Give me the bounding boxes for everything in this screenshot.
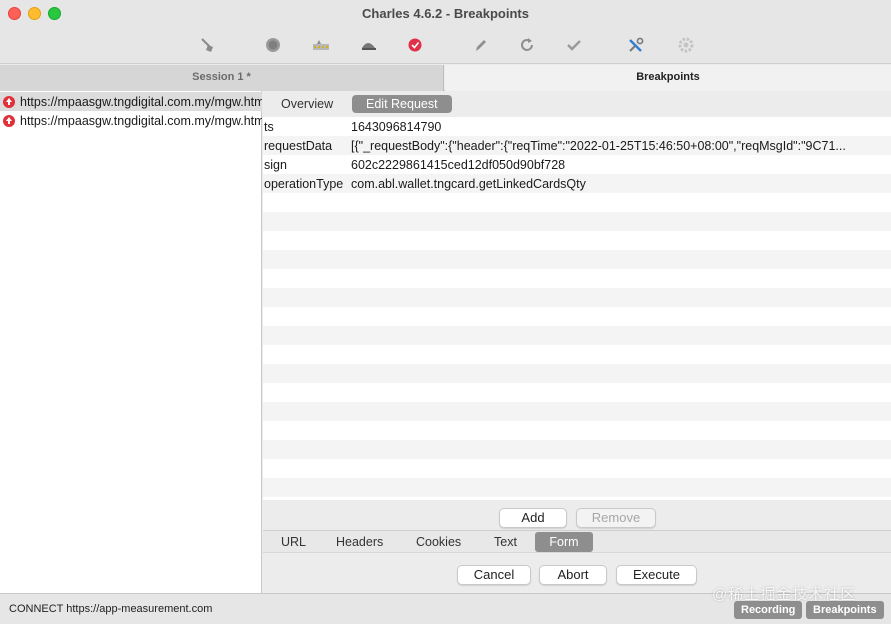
cancel-button[interactable]: Cancel bbox=[457, 565, 531, 585]
breakpoint-icon[interactable] bbox=[404, 34, 426, 56]
table-row[interactable]: sign 602c2229861415ced12df050d90bf728 bbox=[263, 155, 891, 174]
abort-button[interactable]: Abort bbox=[539, 565, 607, 585]
tab-headers[interactable]: Headers bbox=[327, 532, 392, 552]
record-icon[interactable] bbox=[262, 34, 284, 56]
list-item[interactable]: https://mpaasgw.tngdigital.com.my/mgw.ht… bbox=[0, 111, 262, 130]
broom-icon[interactable] bbox=[197, 34, 219, 56]
compose-pen-icon[interactable] bbox=[470, 34, 492, 56]
title-bar: Charles 4.6.2 - Breakpoints bbox=[0, 0, 891, 64]
request-view-tabs: URL Headers Cookies Text Form bbox=[263, 530, 891, 552]
empty-row bbox=[263, 421, 891, 440]
repeat-icon[interactable] bbox=[516, 34, 538, 56]
request-list: https://mpaasgw.tngdigital.com.my/mgw.ht… bbox=[0, 91, 262, 593]
request-url: https://mpaasgw.tngdigital.com.my/mgw.ht… bbox=[20, 113, 262, 128]
tab-text[interactable]: Text bbox=[485, 532, 526, 552]
empty-row bbox=[263, 402, 891, 421]
form-buttons: Add Remove bbox=[263, 500, 891, 530]
status-text: CONNECT https://app-measurement.com bbox=[9, 603, 213, 615]
table-row[interactable]: ts 1643096814790 bbox=[263, 117, 891, 136]
form-key[interactable]: operationType bbox=[263, 177, 351, 191]
empty-row bbox=[263, 307, 891, 326]
empty-row bbox=[263, 345, 891, 364]
tab-breakpoints[interactable]: Breakpoints bbox=[445, 65, 891, 91]
empty-row bbox=[263, 212, 891, 231]
empty-row bbox=[263, 288, 891, 307]
settings-gear-icon[interactable] bbox=[675, 34, 697, 56]
tab-cookies[interactable]: Cookies bbox=[407, 532, 470, 552]
form-value[interactable]: com.abl.wallet.tngcard.getLinkedCardsQty bbox=[351, 177, 891, 191]
empty-row bbox=[263, 269, 891, 288]
throttle-icon[interactable] bbox=[310, 34, 332, 56]
tab-url[interactable]: URL bbox=[272, 532, 315, 552]
table-row[interactable]: operationType com.abl.wallet.tngcard.get… bbox=[263, 174, 891, 193]
form-value[interactable]: [{"_requestBody":{"header":{"reqTime":"2… bbox=[351, 139, 891, 153]
tab-overview[interactable]: Overview bbox=[267, 95, 347, 113]
list-item[interactable]: https://mpaasgw.tngdigital.com.my/mgw.ht… bbox=[0, 92, 262, 111]
tab-edit-request[interactable]: Edit Request bbox=[352, 95, 452, 113]
form-value[interactable]: 602c2229861415ced12df050d90bf728 bbox=[351, 158, 891, 172]
tab-session[interactable]: Session 1 * bbox=[0, 65, 444, 91]
form-key[interactable]: requestData bbox=[263, 139, 351, 153]
empty-row bbox=[263, 326, 891, 345]
form-key[interactable]: ts bbox=[263, 120, 351, 134]
form-table: ts 1643096814790 requestData [{"_request… bbox=[263, 117, 891, 500]
breakpoint-editor: Overview Edit Request ts 1643096814790 r… bbox=[263, 91, 891, 593]
empty-row bbox=[263, 459, 891, 478]
empty-row bbox=[263, 193, 891, 212]
table-row[interactable]: requestData [{"_requestBody":{"header":{… bbox=[263, 136, 891, 155]
request-url: https://mpaasgw.tngdigital.com.my/mgw.ht… bbox=[20, 94, 262, 109]
form-value[interactable]: 1643096814790 bbox=[351, 120, 891, 134]
empty-row bbox=[263, 478, 891, 497]
empty-row bbox=[263, 440, 891, 459]
add-button[interactable]: Add bbox=[499, 508, 567, 528]
empty-row bbox=[263, 383, 891, 402]
empty-row bbox=[263, 364, 891, 383]
breakpoint-request-icon bbox=[3, 114, 15, 127]
turtle-icon[interactable] bbox=[358, 34, 380, 56]
form-key[interactable]: sign bbox=[263, 158, 351, 172]
tab-form[interactable]: Form bbox=[535, 532, 593, 552]
main-tabs: Session 1 * Breakpoints bbox=[0, 65, 891, 91]
empty-row bbox=[263, 231, 891, 250]
remove-button: Remove bbox=[576, 508, 656, 528]
editor-subtabs: Overview Edit Request bbox=[263, 91, 891, 117]
execute-button[interactable]: Execute bbox=[616, 565, 697, 585]
empty-row bbox=[263, 250, 891, 269]
tools-icon[interactable] bbox=[625, 34, 647, 56]
breakpoint-request-icon bbox=[3, 95, 15, 108]
window-title: Charles 4.6.2 - Breakpoints bbox=[362, 6, 529, 21]
validate-check-icon[interactable] bbox=[563, 34, 585, 56]
watermark: @稀土掘金技术社区 bbox=[712, 586, 857, 603]
